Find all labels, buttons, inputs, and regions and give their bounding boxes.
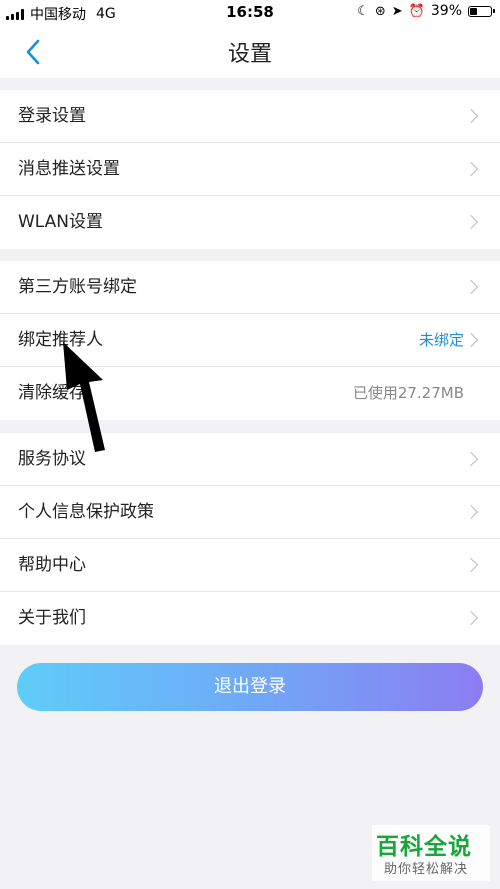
alarm-icon: ⏰ <box>408 3 425 19</box>
battery-percent: 39% <box>430 3 462 19</box>
annotation-arrow-icon <box>63 342 105 452</box>
settings-group-account: 登录设置 消息推送设置 WLAN设置 <box>0 90 500 249</box>
watermark-title: 百科全说 <box>376 834 472 860</box>
chevron-right-icon <box>463 161 479 177</box>
row-label: 登录设置 <box>18 106 86 126</box>
settings-row-wlan[interactable]: WLAN设置 <box>0 196 500 249</box>
cache-size: 已使用27.27MB <box>352 384 464 402</box>
page-title: 设置 <box>227 42 272 67</box>
rotation-lock-icon: ⊛ <box>374 3 386 19</box>
battery-icon <box>468 5 495 17</box>
status-bar-right: ☾ ⊛ ➤ ⏰ 39% <box>357 3 495 19</box>
row-label: 第三方账号绑定 <box>18 277 137 297</box>
settings-row-push-notifications[interactable]: 消息推送设置 <box>0 143 500 196</box>
chevron-right-icon <box>463 451 479 467</box>
chevron-right-icon <box>463 214 479 230</box>
chevron-right-icon <box>463 332 479 348</box>
settings-group-about: 服务协议 个人信息保护政策 帮助中心 关于我们 <box>0 433 500 645</box>
chevron-right-icon <box>463 557 479 573</box>
row-label: 关于我们 <box>18 608 86 628</box>
moon-icon: ☾ <box>357 3 369 19</box>
location-icon: ➤ <box>391 3 403 19</box>
status-bar: 中国移动 4G 16:58 ☾ ⊛ ➤ ⏰ 39% <box>0 0 500 26</box>
chevron-right-icon <box>463 279 479 295</box>
logout-button[interactable]: 退出登录 <box>17 663 483 711</box>
settings-row-third-party-accounts[interactable]: 第三方账号绑定 <box>0 261 500 314</box>
navigation-bar: 设置 <box>0 26 500 78</box>
row-label: 帮助中心 <box>18 555 86 575</box>
settings-row-login[interactable]: 登录设置 <box>0 90 500 143</box>
chevron-right-icon <box>463 504 479 520</box>
chevron-right-icon <box>463 610 479 626</box>
settings-row-help-center[interactable]: 帮助中心 <box>0 539 500 592</box>
row-label: 消息推送设置 <box>18 159 120 179</box>
battery-level <box>470 7 478 15</box>
watermark-subtitle: 助你轻松解决 <box>384 862 469 877</box>
settings-row-privacy-policy[interactable]: 个人信息保护政策 <box>0 486 500 539</box>
referrer-status: 未绑定 <box>418 331 464 349</box>
row-label: WLAN设置 <box>18 212 104 232</box>
settings-row-about-us[interactable]: 关于我们 <box>0 592 500 645</box>
chevron-right-icon <box>463 108 479 124</box>
watermark: 百科全说 助你轻松解决 <box>372 825 490 881</box>
row-label: 个人信息保护政策 <box>18 502 154 522</box>
